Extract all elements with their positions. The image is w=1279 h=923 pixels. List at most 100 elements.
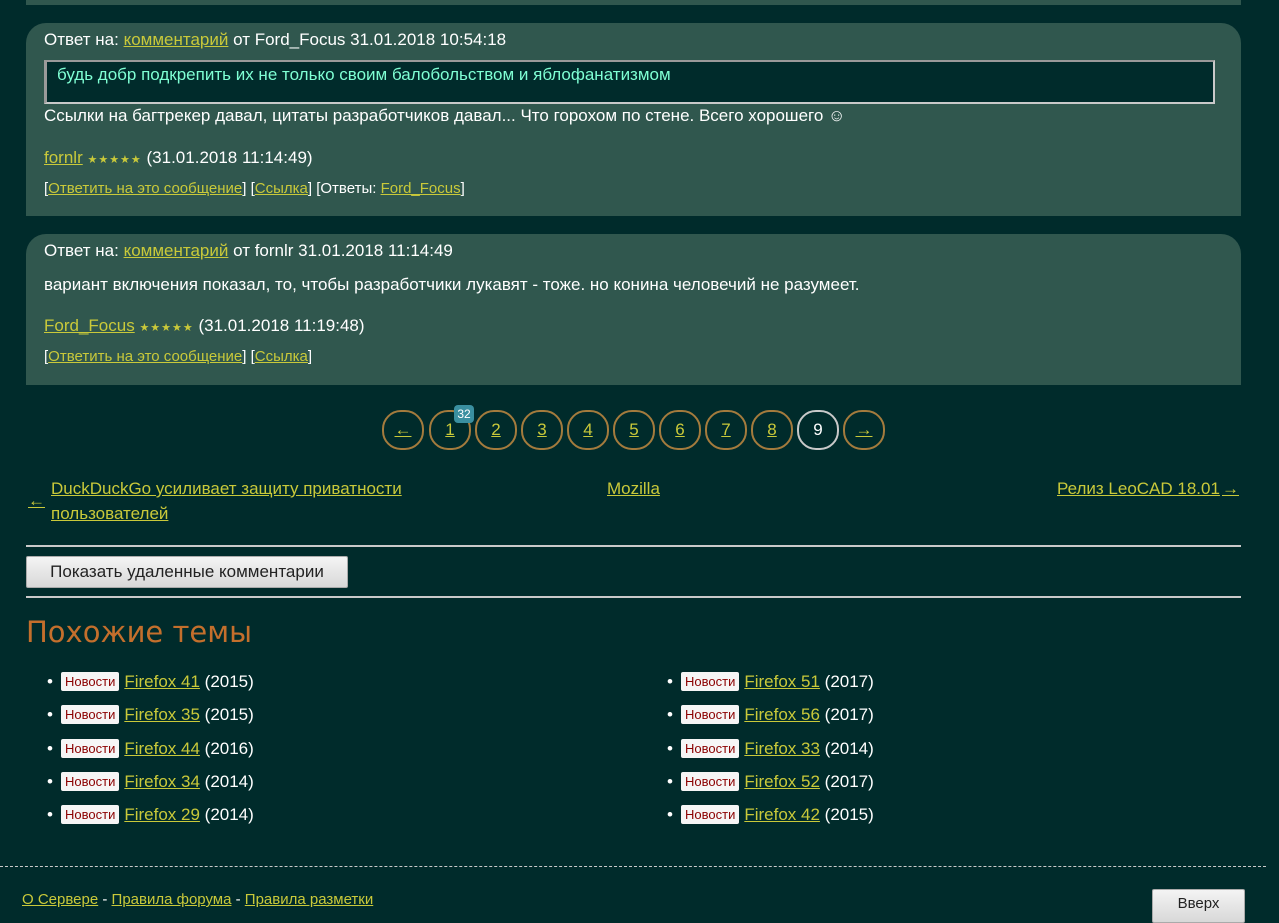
- bullet-icon: •: [667, 672, 673, 691]
- topic-year: (2016): [204, 738, 254, 758]
- forum-rules-link[interactable]: Правила форума: [112, 891, 232, 908]
- page-7-button[interactable]: 7: [705, 410, 747, 450]
- about-server-link[interactable]: О Сервере: [22, 891, 98, 908]
- message-signature: fornlr ★★★★★ (31.01.2018 11:14:49): [44, 148, 313, 170]
- message-time: (31.01.2018 11:14:49): [146, 148, 313, 167]
- footer-divider: [0, 866, 1266, 867]
- news-tag: Новости: [61, 738, 120, 758]
- page-9-current: 9: [797, 410, 839, 450]
- topic-year: (2017): [824, 771, 874, 791]
- answers-label: [Ответы:: [316, 180, 377, 197]
- message-body: Ссылки на багтрекер давал, цитаты разраб…: [44, 106, 846, 125]
- list-item: • Новости Firefox 51 (2017): [667, 668, 874, 701]
- list-item: • Новости Firefox 44 (2016): [47, 735, 254, 768]
- next-topic-arrow[interactable]: →: [1222, 476, 1239, 501]
- news-tag: Новости: [681, 705, 740, 725]
- message-body: вариант включения показал, то, чтобы раз…: [44, 275, 860, 294]
- page-8-button[interactable]: 8: [751, 410, 793, 450]
- topic-link[interactable]: Firefox 44: [124, 739, 200, 758]
- reply-source: от Ford_Focus 31.01.2018 10:54:18: [233, 30, 507, 49]
- quote-block: будь добр подкрепить их не только своим …: [44, 60, 1215, 104]
- list-item: • Новости Firefox 35 (2015): [47, 701, 254, 734]
- reply-comment-link[interactable]: комментарий: [124, 241, 229, 260]
- topic-year: (2015): [204, 705, 254, 725]
- prev-topic-arrow[interactable]: ←: [28, 488, 45, 513]
- list-item: • Новости Firefox 42 (2015): [667, 801, 874, 834]
- message-signature: Ford_Focus ★★★★★ (31.01.2018 11:19:48): [44, 316, 365, 338]
- topic-link[interactable]: Firefox 41: [124, 672, 200, 691]
- answer-link[interactable]: Ford_Focus: [381, 180, 461, 197]
- author-link[interactable]: Ford_Focus: [44, 316, 135, 335]
- topic-link[interactable]: Firefox 51: [744, 672, 820, 691]
- reply-comment-link[interactable]: комментарий: [124, 30, 229, 49]
- page-4-button[interactable]: 4: [567, 410, 609, 450]
- list-item: • Новости Firefox 33 (2014): [667, 735, 874, 768]
- reply-header: Ответ на: комментарий от Ford_Focus 31.0…: [44, 30, 506, 50]
- bullet-icon: •: [667, 738, 673, 758]
- news-tag: Новости: [61, 672, 120, 691]
- page-next-button[interactable]: →: [843, 410, 885, 450]
- markup-rules-link[interactable]: Правила разметки: [245, 891, 373, 908]
- news-tag: Новости: [681, 672, 740, 691]
- bullet-icon: •: [47, 738, 53, 758]
- news-tag: Новости: [681, 805, 740, 825]
- bullet-icon: •: [47, 805, 53, 825]
- topic-year: (2015): [204, 672, 254, 691]
- topic-year: (2017): [824, 672, 874, 691]
- footer-separator: -: [102, 891, 108, 908]
- bullet-icon: •: [667, 705, 673, 725]
- page-prev-button[interactable]: ←: [382, 410, 424, 450]
- footer-separator: -: [235, 891, 241, 908]
- list-item: • Новости Firefox 41 (2015): [47, 668, 254, 701]
- topic-link[interactable]: Firefox 42: [744, 805, 820, 824]
- similar-topics-right: • Новости Firefox 51 (2017) • Новости Firefo…: [667, 668, 874, 834]
- author-link[interactable]: fornlr: [44, 148, 83, 167]
- topic-link[interactable]: Firefox 34: [124, 772, 200, 791]
- topic-year: (2014): [204, 771, 254, 791]
- similar-topics-left: • Новости Firefox 41 (2015) • Новости Firefo…: [47, 668, 254, 834]
- message-actions: [Ответить на это сообщение] [Ссылка]: [44, 348, 313, 365]
- category-link[interactable]: Mozilla: [607, 476, 660, 501]
- comment-fornlr: Ответ на: комментарий от Ford_Focus 31.0…: [26, 23, 1241, 216]
- topic-link[interactable]: Firefox 35: [124, 705, 200, 724]
- reply-prefix: Ответ на:: [44, 30, 119, 49]
- comment-ford-focus: Ответ на: комментарий от fornlr 31.01.20…: [26, 234, 1241, 385]
- topic-link[interactable]: Firefox 29: [124, 805, 200, 824]
- permalink[interactable]: Ссылка: [255, 180, 308, 197]
- topic-link[interactable]: Firefox 33: [744, 739, 820, 758]
- page-6-button[interactable]: 6: [659, 410, 701, 450]
- message-time: (31.01.2018 11:19:48): [198, 316, 365, 335]
- topic-year: (2017): [824, 705, 874, 725]
- next-topic-link[interactable]: Релиз LeoCAD 18.01: [1057, 476, 1220, 501]
- topic-year: (2014): [204, 805, 254, 825]
- rating-stars-icon: ★★★★★: [139, 322, 194, 334]
- show-deleted-comments-button[interactable]: Показать удаленные комментарии: [26, 556, 348, 588]
- topic-link[interactable]: Firefox 56: [744, 705, 820, 724]
- bullet-icon: •: [47, 705, 53, 725]
- prev-topic-link-line2[interactable]: пользователей: [51, 501, 168, 526]
- similar-topics-heading: Похожие темы: [26, 615, 252, 649]
- reply-source: от fornlr 31.01.2018 11:14:49: [233, 241, 453, 260]
- message-actions: [Ответить на это сообщение] [Ссылка] [От…: [44, 180, 465, 197]
- bullet-icon: •: [667, 771, 673, 791]
- unread-count-badge: 32: [454, 405, 474, 423]
- reply-prefix: Ответ на:: [44, 241, 119, 260]
- prev-topic-link[interactable]: DuckDuckGo усиливает защиту приватности: [51, 476, 402, 501]
- news-tag: Новости: [681, 771, 740, 791]
- topic-link[interactable]: Firefox 52: [744, 772, 820, 791]
- divider: [26, 545, 1241, 547]
- news-tag: Новости: [61, 805, 120, 825]
- page-2-button[interactable]: 2: [475, 410, 517, 450]
- news-tag: Новости: [681, 738, 740, 758]
- reply-button[interactable]: Ответить на это сообщение: [48, 348, 242, 365]
- bullet-icon: •: [667, 805, 673, 825]
- list-item: • Новости Firefox 34 (2014): [47, 768, 254, 801]
- scroll-to-top-button[interactable]: Вверх: [1152, 889, 1245, 923]
- list-item: • Новости Firefox 29 (2014): [47, 801, 254, 834]
- page-3-button[interactable]: 3: [521, 410, 563, 450]
- list-item: • Новости Firefox 56 (2017): [667, 701, 874, 734]
- reply-button[interactable]: Ответить на это сообщение: [48, 180, 242, 197]
- bullet-icon: •: [47, 771, 53, 791]
- page-5-button[interactable]: 5: [613, 410, 655, 450]
- permalink[interactable]: Ссылка: [255, 348, 308, 365]
